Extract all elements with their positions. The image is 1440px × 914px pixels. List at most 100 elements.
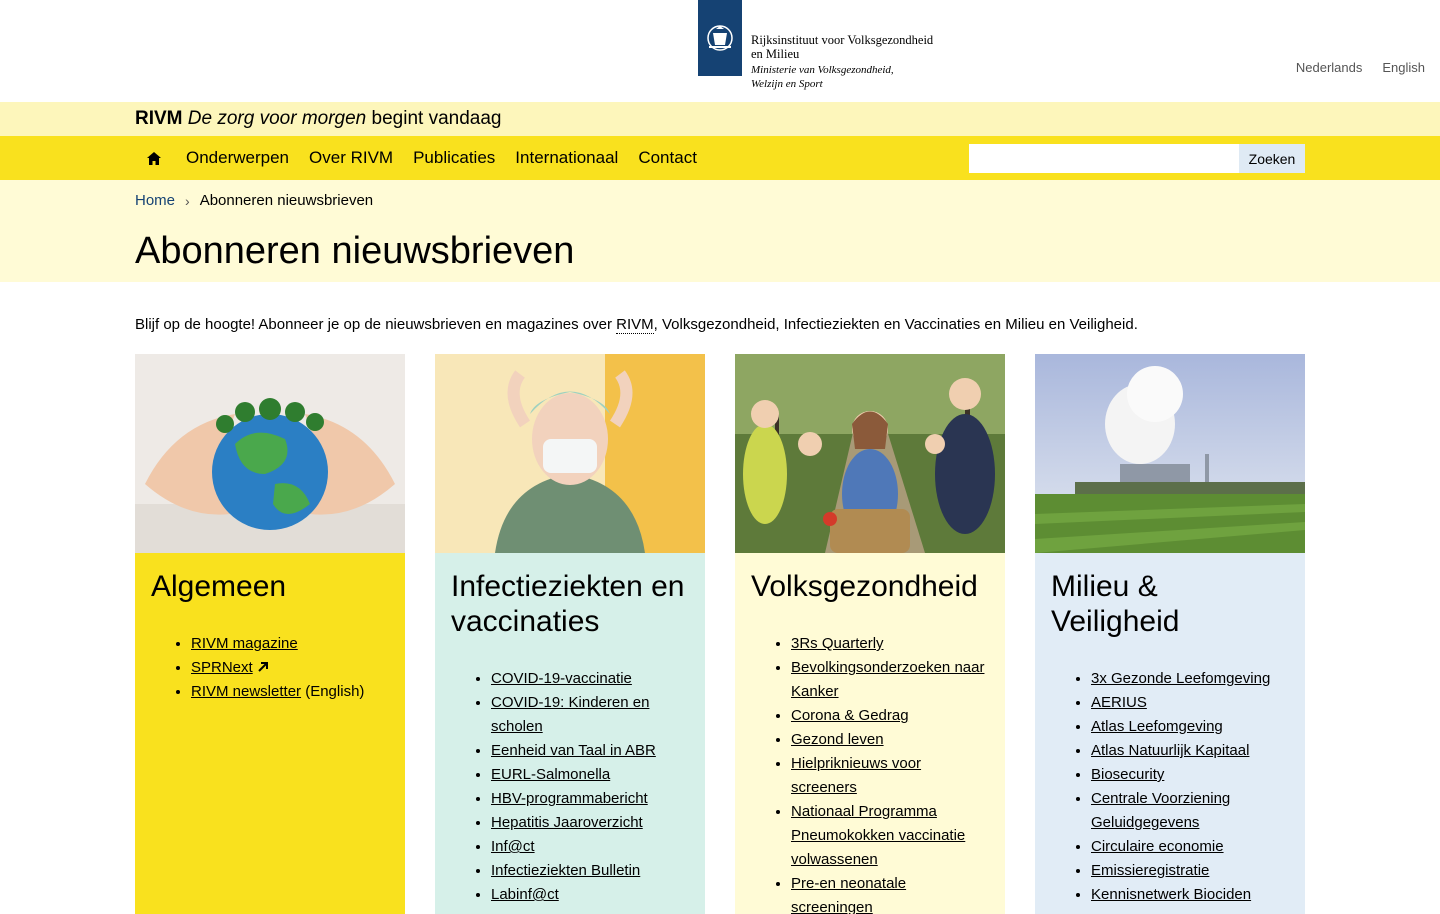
list-item: Circulaire economie [1091,835,1289,859]
newsletter-link[interactable]: 3x Gezonde Leefomgeving [1091,670,1270,687]
page-header: Home › Abonneren nieuwsbrieven Abonneren… [0,180,1440,282]
card-image-family-bike [735,354,1005,553]
card-image-field-powerplant [1035,354,1305,553]
card-volksgezondheid: Volksgezondheid 3Rs Quarterly Bevolkings… [735,354,1005,914]
nav-over-rivm[interactable]: Over RIVM [309,148,393,168]
newsletter-link[interactable]: Kennisnetwerk Biociden [1091,886,1251,903]
newsletter-link[interactable]: AERIUS [1091,694,1147,711]
card-milieu-veiligheid: Milieu & Veiligheid 3x Gezonde Leefomgev… [1035,354,1305,914]
list-item: HBV-programmabericht [491,787,689,811]
newsletter-link[interactable]: RIVM newsletter [191,683,301,700]
newsletter-link[interactable]: Inf@ct [491,838,535,855]
newsletter-link[interactable]: Hielpriknieuws voor screeners [791,755,921,796]
search-button[interactable]: Zoeken [1239,144,1305,173]
tagline-bar: RIVM De zorg voor morgen begint vandaag [0,102,1440,136]
newsletter-link[interactable]: COVID-19: Kinderen en scholen [491,694,649,735]
list-item: Hielpriknieuws voor screeners [791,752,989,800]
card-image-nurse-mask [435,354,705,553]
list-item: Bevolkingsonderzoeken naar Kanker [791,656,989,704]
list-item: Centrale Voorziening Geluidgegevens [1091,787,1289,835]
main-navbar: Onderwerpen Over RIVM Publicaties Intern… [0,136,1440,180]
list-item: Eenheid van Taal in ABR [491,739,689,763]
list-item: RIVM magazine [191,632,389,656]
language-note: (English) [305,683,365,700]
newsletter-link[interactable]: Emissieregistratie [1091,862,1209,879]
newsletter-link[interactable]: COVID-19-vaccinatie [491,670,632,687]
list-item: Inf@ct [491,835,689,859]
nav-onderwerpen[interactable]: Onderwerpen [186,148,289,168]
ministry-line2: Welzijn en Sport [751,78,823,90]
newsletter-list: 3Rs Quarterly Bevolkingsonderzoeken naar… [751,632,989,914]
lang-nederlands[interactable]: Nederlands [1296,60,1363,75]
newsletter-list: COVID-19-vaccinatie COVID-19: Kinderen e… [451,667,689,907]
rivm-logo[interactable]: Rijksinstituut voor Volksgezondheid en M… [698,0,933,91]
newsletter-link[interactable]: EURL-Salmonella [491,766,610,783]
newsletter-link[interactable]: Bevolkingsonderzoeken naar Kanker [791,659,984,700]
search-form: Zoeken [969,144,1305,173]
coat-of-arms-icon [698,0,742,76]
tagline-brand: RIVM [135,108,183,129]
list-item: AERIUS [1091,691,1289,715]
tagline-rest: begint vandaag [371,108,502,129]
nav-contact[interactable]: Contact [638,148,697,168]
newsletter-link[interactable]: 3Rs Quarterly [791,635,884,652]
search-input[interactable] [969,144,1239,173]
list-item: Infectieziekten Bulletin [491,859,689,883]
newsletter-link[interactable]: Gezond leven [791,731,884,748]
newsletter-link[interactable]: Hepatitis Jaaroverzicht [491,814,643,831]
external-link-arrow-icon [258,662,268,672]
card-algemeen: Algemeen RIVM magazine SPRNext RIVM news… [135,354,405,914]
tagline: RIVM De zorg voor morgen begint vandaag [0,102,1440,136]
newsletter-link[interactable]: Infectieziekten Bulletin [491,862,640,879]
home-icon[interactable] [135,136,175,180]
newsletter-link[interactable]: Atlas Natuurlijk Kapitaal [1091,742,1249,759]
list-item: Gezond leven [791,728,989,752]
org-name-line1: Rijksinstituut voor Volksgezondheid [751,33,934,47]
list-item: 3Rs Quarterly [791,632,989,656]
newsletter-link[interactable]: Nationaal Programma Pneumokokken vaccina… [791,803,965,868]
tagline-italic: De zorg voor morgen [187,108,367,129]
top-header: Rijksinstituut voor Volksgezondheid en M… [0,0,1440,102]
list-item: COVID-19-vaccinatie [491,667,689,691]
list-item: Kennisnetwerk Biociden [1091,883,1289,907]
newsletter-link[interactable]: Centrale Voorziening Geluidgegevens [1091,790,1230,831]
card-title: Infectieziekten en vaccinaties [451,570,685,638]
newsletter-cards: Algemeen RIVM magazine SPRNext RIVM news… [135,354,1305,914]
list-item: Atlas Leefomgeving [1091,715,1289,739]
newsletter-link[interactable]: Labinf@ct [491,886,559,903]
intro-before: Blijf op de hoogte! Abonneer je op de ni… [135,316,617,333]
breadcrumb-home[interactable]: Home [135,192,175,209]
newsletter-link[interactable]: Biosecurity [1091,766,1164,783]
intro-after: , Volksgezondheid, Infectieziekten en Va… [653,316,1138,333]
nav-internationaal[interactable]: Internationaal [515,148,618,168]
nav-publicaties[interactable]: Publicaties [413,148,495,168]
list-item: Nationaal Programma Pneumokokken vaccina… [791,800,989,872]
card-title: Milieu & Veiligheid [1051,570,1180,638]
newsletter-link[interactable]: Atlas Leefomgeving [1091,718,1223,735]
org-name-line2: en Milieu [751,47,800,61]
chevron-right-icon: › [185,192,190,209]
list-item: EURL-Salmonella [491,763,689,787]
newsletter-link[interactable]: RIVM magazine [191,635,298,652]
card-title: Algemeen [151,570,287,603]
card-image-globe-hands [135,354,405,553]
newsletter-link[interactable]: Pre-en neonatale screeningen [791,875,906,914]
list-item: SPRNext [191,656,389,680]
card-title: Volksgezondheid [751,570,978,603]
newsletter-link[interactable]: Circulaire economie [1091,838,1224,855]
list-item: Corona & Gedrag [791,704,989,728]
list-item: Labinf@ct [491,883,689,907]
newsletter-list: 3x Gezonde Leefomgeving AERIUS Atlas Lee… [1051,667,1289,907]
list-item: 3x Gezonde Leefomgeving [1091,667,1289,691]
main-nav: Onderwerpen Over RIVM Publicaties Intern… [135,136,706,180]
ministry-line1: Ministerie van Volksgezondheid, [751,64,894,76]
newsletter-link[interactable]: HBV-programmabericht [491,790,648,807]
list-item: RIVM newsletter (English) [191,680,389,704]
newsletter-link[interactable]: Eenheid van Taal in ABR [491,742,656,759]
lang-english[interactable]: English [1382,60,1425,75]
list-item: Emissieregistratie [1091,859,1289,883]
newsletter-link[interactable]: SPRNext [191,659,253,676]
page-title: Abonneren nieuwsbrieven [135,230,575,272]
language-switcher: Nederlands English [1296,60,1425,75]
newsletter-link[interactable]: Corona & Gedrag [791,707,909,724]
